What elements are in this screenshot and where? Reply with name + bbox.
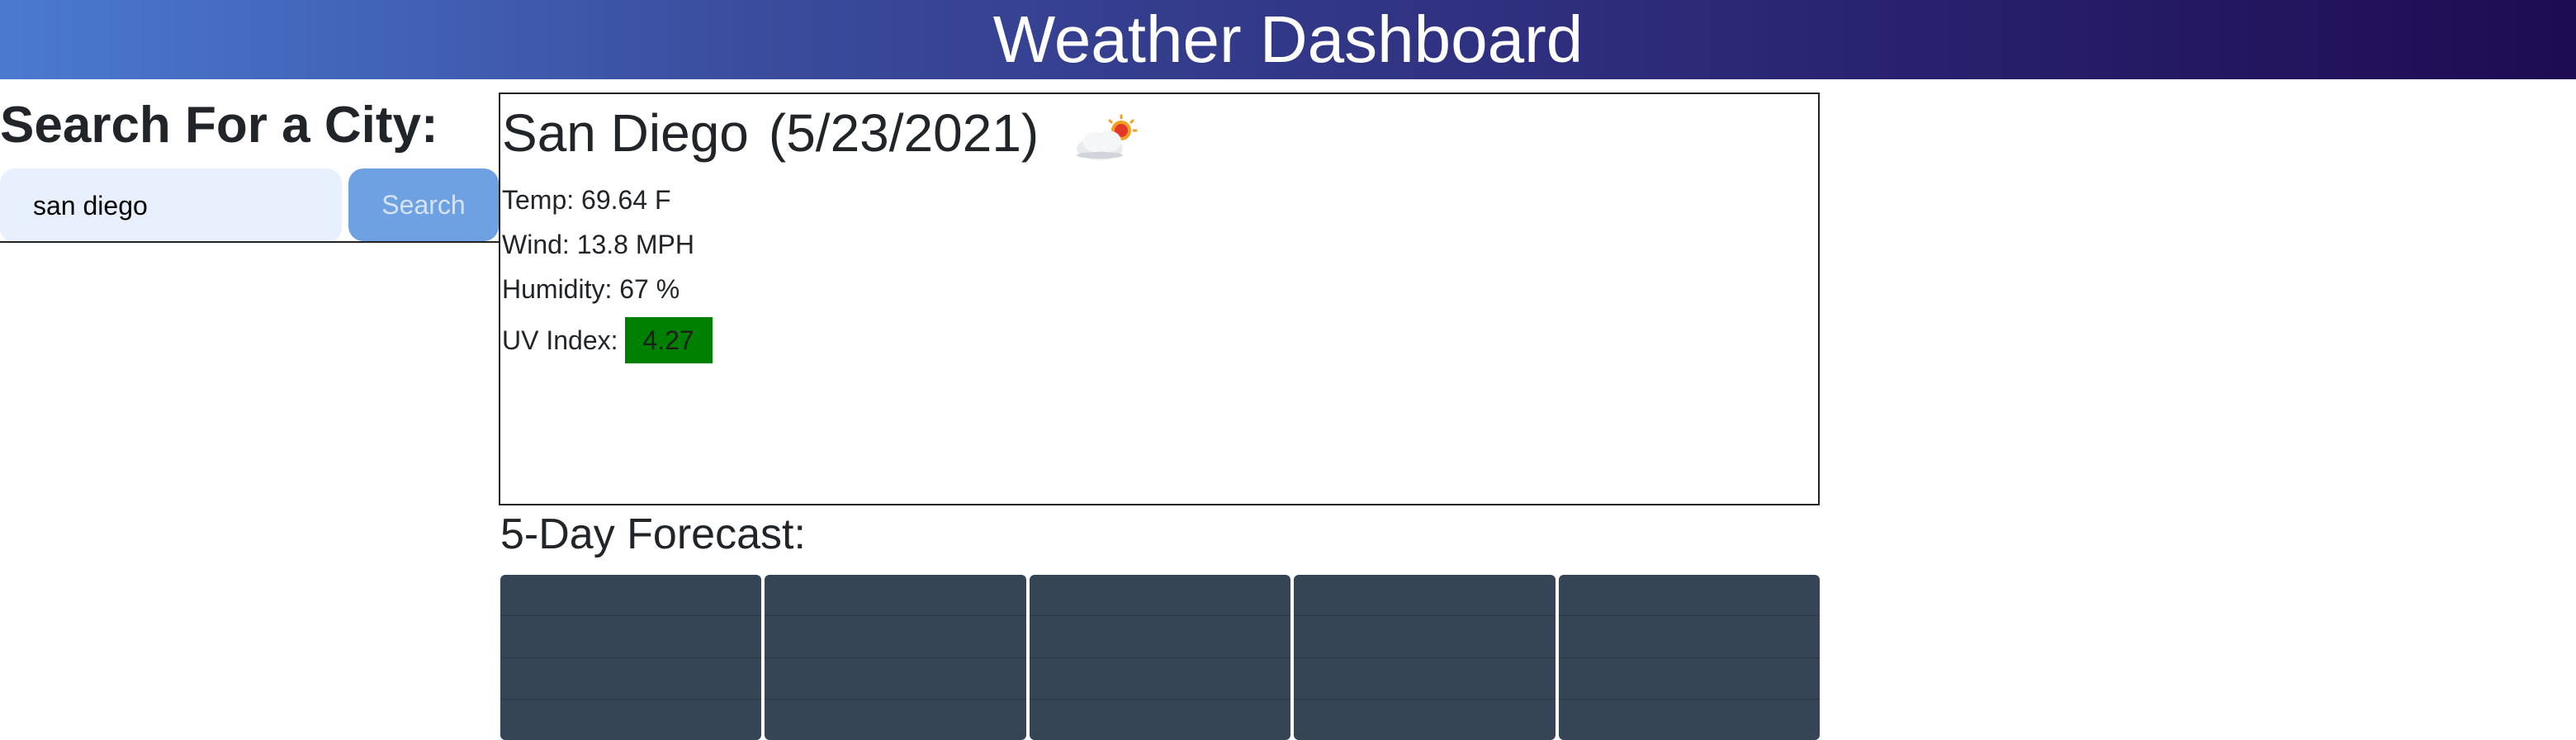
forecast-card	[765, 575, 1026, 740]
forecast-humidity	[1559, 700, 1820, 740]
forecast-card	[1294, 575, 1556, 740]
page-title: Weather Dashboard	[992, 2, 1584, 76]
city-name: San Diego	[502, 103, 749, 163]
forecast-title: 5-Day Forecast:	[500, 510, 806, 558]
current-weather-card: San Diego (5/23/2021) Temp: 69.64 F Wind:…	[499, 92, 1820, 505]
app-header: Weather Dashboard	[0, 0, 2576, 79]
search-divider	[0, 241, 499, 243]
uv-index-row: UV Index: 4.27	[502, 317, 713, 363]
forecast-temp	[500, 616, 762, 658]
wind-text: Wind: 13.8 MPH	[502, 230, 694, 259]
forecast-wind	[1029, 658, 1291, 700]
forecast-date	[1558, 575, 1821, 617]
forecast-temp	[765, 616, 1026, 658]
forecast-date	[1029, 575, 1291, 617]
forecast-humidity	[500, 700, 761, 740]
temperature-text: Temp: 69.64 F	[502, 185, 671, 215]
humidity-text: Humidity: 67 %	[502, 274, 680, 304]
forecast-temp	[1558, 616, 1821, 658]
forecast-card	[1558, 575, 1821, 740]
forecast-humidity	[1294, 700, 1555, 740]
forecast-date	[1294, 575, 1556, 617]
forecast-date	[500, 575, 762, 617]
forecast-row	[500, 575, 1821, 740]
forecast-wind	[1294, 658, 1556, 700]
uv-index-label: UV Index:	[502, 325, 618, 355]
current-city-heading: San Diego (5/23/2021)	[502, 97, 1058, 168]
forecast-date	[765, 575, 1026, 617]
forecast-card	[500, 575, 762, 740]
forecast-wind	[1558, 658, 1821, 700]
search-button[interactable]: Search	[348, 168, 499, 241]
forecast-wind	[765, 658, 1026, 700]
forecast-humidity	[1030, 700, 1290, 740]
forecast-wind	[500, 658, 762, 700]
city-search-input[interactable]	[0, 168, 342, 243]
forecast-temp	[1029, 616, 1291, 658]
forecast-humidity	[765, 700, 1025, 740]
partly-cloudy-day-icon	[1077, 114, 1138, 160]
uv-index-badge: 4.27	[624, 317, 713, 363]
forecast-card	[1029, 575, 1291, 740]
search-title: Search For a City:	[0, 97, 438, 154]
current-date: (5/23/2021)	[768, 103, 1039, 163]
forecast-temp	[1294, 616, 1556, 658]
